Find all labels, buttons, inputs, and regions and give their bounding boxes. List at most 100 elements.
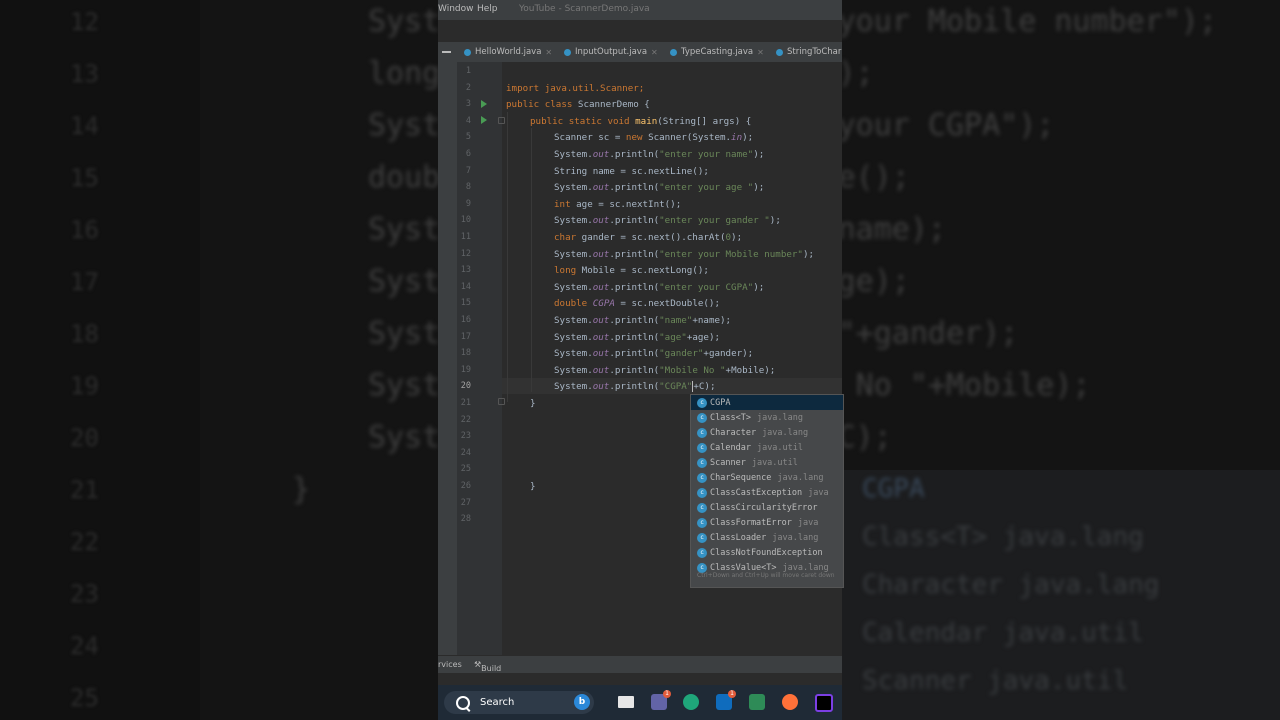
line-number: 6	[465, 149, 471, 159]
code-token: .println(	[609, 331, 660, 343]
tab-inputoutput[interactable]: InputOutput.java ✕	[564, 42, 658, 62]
taskbar-search[interactable]: Search b	[444, 691, 594, 714]
code-line-4[interactable]: public static void main(String[] args) {	[530, 116, 751, 127]
run-class-icon[interactable]	[481, 100, 487, 108]
autocomplete-popup: c CGPA c Class<T> java.lang c Character java.la…	[690, 394, 844, 588]
line-number: 2	[465, 82, 471, 93]
tool-window-bar: rvices ⚒ Build	[438, 655, 842, 674]
line-number: 8	[465, 182, 471, 193]
teams-badge: 1	[663, 690, 671, 698]
code-token: public class	[506, 99, 573, 111]
autocomplete-item-name: ClassLoader	[710, 532, 767, 543]
menu-window[interactable]: Window	[438, 4, 474, 14]
code-line-19[interactable]: System.out.println("Mobile No "+Mobile);	[554, 365, 775, 376]
code-token: "enter your name"	[659, 149, 754, 160]
windows-taskbar: Search b 1 1	[438, 685, 842, 720]
code-token: String name = sc.nextLine();	[554, 165, 709, 177]
autocomplete-item-package: java	[797, 517, 819, 528]
code-line-26[interactable]: }	[530, 481, 536, 492]
code-line-9[interactable]: int age = sc.nextInt();	[554, 199, 681, 210]
code-line-15[interactable]: double CGPA = sc.nextDouble();	[554, 298, 720, 309]
line-number: 3	[465, 99, 471, 110]
autocomplete-item-package: java.lang	[762, 427, 809, 438]
code-line-5[interactable]: Scanner sc = new Scanner(System.in);	[554, 132, 753, 143]
task-view-icon[interactable]	[618, 696, 634, 708]
tab-stringtochar[interactable]: StringToChar	[776, 42, 841, 62]
code-token: );	[753, 182, 765, 194]
code-line-12[interactable]: System.out.println("enter your Mobile nu…	[554, 249, 814, 260]
autocomplete-item[interactable]: c Scanner java.util	[691, 455, 843, 470]
code-token: public static void	[530, 115, 630, 127]
code-line-6[interactable]: System.out.println("enter your name");	[554, 149, 764, 160]
code-token: "name"	[659, 315, 693, 326]
fold-icon[interactable]	[498, 117, 505, 124]
line-number: 24	[460, 447, 471, 458]
code-line-20[interactable]: System.out.println("CGPA"+C);	[554, 381, 716, 393]
code-token: +gander);	[703, 348, 754, 360]
line-number: 17	[460, 331, 471, 342]
code-token: "Mobile No "	[659, 364, 726, 376]
bg-line-number: 18	[70, 320, 99, 348]
code-token: CGPA	[592, 298, 615, 310]
mail-badge: 1	[728, 690, 736, 698]
bg-line-number: 21	[70, 476, 99, 504]
bing-icon[interactable]: b	[574, 694, 590, 710]
run-main-icon[interactable]	[481, 116, 487, 124]
autocomplete-item[interactable]: c CharSequence java.lang	[691, 470, 843, 485]
line-number: 12	[460, 248, 471, 259]
code-line-11[interactable]: char gander = sc.next().charAt(0);	[554, 232, 742, 243]
autocomplete-item[interactable]: c Calendar java.util	[691, 440, 843, 455]
build-tool-button[interactable]: ⚒ Build	[474, 660, 501, 673]
code-token: System.	[554, 348, 593, 360]
class-icon: c	[697, 412, 707, 423]
class-icon: c	[697, 457, 707, 468]
code-line-8[interactable]: System.out.println("enter your age ");	[554, 182, 764, 193]
code-token: long	[554, 265, 577, 277]
code-line-3[interactable]: public class ScannerDemo {	[506, 99, 650, 110]
code-token: Scanner(System.	[642, 132, 732, 144]
code-line-14[interactable]: System.out.println("enter your CGPA");	[554, 282, 764, 293]
autocomplete-item[interactable]: c CGPA	[691, 395, 843, 410]
code-line-17[interactable]: System.out.println("age"+age);	[554, 332, 720, 343]
autocomplete-item[interactable]: c ClassCastException java	[691, 485, 843, 500]
code-line-21[interactable]: }	[530, 398, 536, 409]
excel-icon[interactable]	[749, 694, 765, 710]
code-token: "enter your CGPA"	[659, 281, 754, 293]
bg-line-number: 13	[70, 60, 99, 88]
bg-line-number: 20	[70, 424, 99, 452]
fold-icon[interactable]	[498, 398, 505, 405]
autocomplete-item[interactable]: c ClassLoader java.lang	[691, 530, 843, 545]
autocomplete-item[interactable]: c ClassCircularityError	[691, 500, 843, 515]
code-token: }	[530, 481, 536, 492]
close-icon[interactable]: ✕	[545, 48, 552, 57]
autocomplete-item[interactable]: c ClassNotFoundException	[691, 545, 843, 560]
close-icon[interactable]: ✕	[651, 48, 658, 57]
code-line-18[interactable]: System.out.println("gander"+gander);	[554, 348, 753, 359]
firefox-icon[interactable]	[782, 694, 798, 710]
search-icon	[456, 695, 470, 710]
tab-typecasting[interactable]: TypeCasting.java ✕	[670, 42, 764, 62]
collapse-icon[interactable]	[442, 51, 451, 53]
intellij-icon[interactable]	[815, 694, 833, 712]
code-token: System.	[554, 364, 593, 376]
teams-icon[interactable]: 1	[651, 690, 671, 710]
edge-icon[interactable]	[683, 694, 699, 710]
code-line-13[interactable]: long Mobile = sc.nextLong();	[554, 265, 709, 276]
mail-icon[interactable]: 1	[716, 690, 736, 710]
window-title: YouTube - ScannerDemo.java	[519, 4, 650, 14]
autocomplete-item[interactable]: c Class<T> java.lang	[691, 410, 843, 425]
autocomplete-item[interactable]: c Character java.lang	[691, 425, 843, 440]
line-number: 7	[465, 165, 471, 176]
code-token: System.	[554, 315, 593, 326]
code-line-10[interactable]: System.out.println("enter your gander ")…	[554, 215, 781, 226]
code-line-2[interactable]: import java.util.Scanner;	[506, 83, 644, 94]
code-token: "gander"	[659, 348, 704, 360]
code-token: main	[635, 115, 658, 127]
code-line-16[interactable]: System.out.println("name"+name);	[554, 315, 731, 326]
menu-help[interactable]: Help	[477, 4, 498, 14]
code-line-7[interactable]: String name = sc.nextLine();	[554, 166, 709, 177]
tab-helloworld[interactable]: HelloWorld.java ✕	[464, 42, 552, 62]
autocomplete-item[interactable]: c ClassFormatError java	[691, 515, 843, 530]
services-tool-button[interactable]: rvices	[438, 660, 462, 669]
close-icon[interactable]: ✕	[757, 48, 764, 57]
